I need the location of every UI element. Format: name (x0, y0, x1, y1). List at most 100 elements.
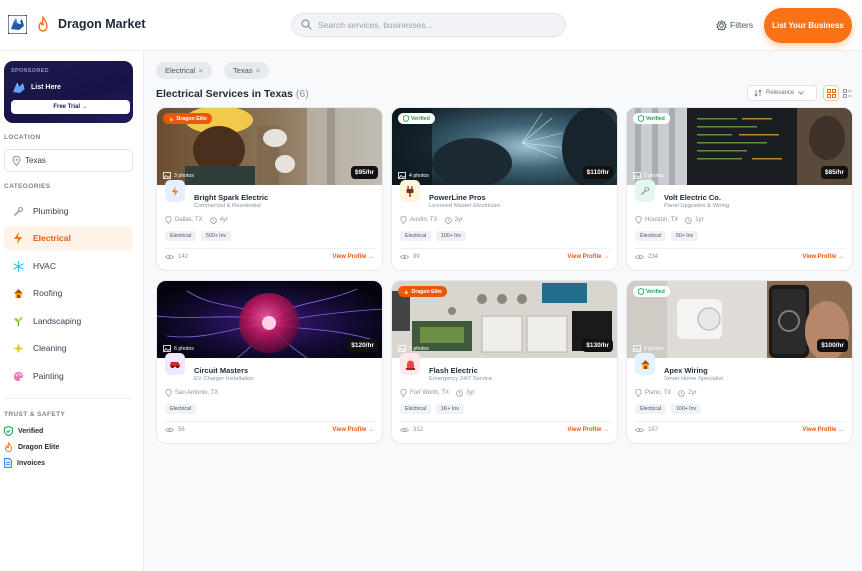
price-badge: $130/hr (582, 339, 613, 352)
tag: Electrical (165, 404, 197, 414)
badge-label: Verified (646, 288, 665, 295)
listing-card-powerline-pros[interactable]: Verified 4 photos $110/hr PowerLine Pros… (391, 107, 618, 271)
document-icon (4, 458, 12, 468)
city-label: Houston, TX (645, 217, 679, 223)
business-name[interactable]: Bright Spark Electric (194, 193, 268, 202)
verified-badge: Verified (398, 113, 435, 124)
years-label: 2yr (454, 217, 463, 223)
business-name[interactable]: Volt Electric Co. (664, 193, 721, 202)
listing-card-apex-wiring[interactable]: Verified 8 photos $100/hr Apex Wiring Sm… (626, 280, 853, 444)
tag-list: Electrical 50+ Inv (635, 231, 699, 241)
category-electrical[interactable]: Electrical (4, 226, 133, 250)
search-input[interactable] (318, 17, 558, 33)
category-roofing[interactable]: Roofing (4, 281, 133, 305)
brand-name[interactable]: Dragon Market (58, 17, 146, 31)
list-business-button[interactable]: List Your Business (764, 8, 852, 43)
view-profile-link[interactable]: View Profile → (567, 254, 609, 260)
close-icon[interactable]: × (198, 66, 202, 75)
tag-list: Electrical 1K+ Inv (400, 404, 464, 414)
sponsored-ad[interactable]: SPONSORED List Here Free Trial → (4, 61, 133, 123)
list-view-button[interactable] (839, 85, 855, 101)
badge-label: Verified (411, 115, 430, 122)
sort-select[interactable]: Relevance (747, 85, 817, 101)
clock-icon (209, 216, 217, 224)
filter-chip-texas[interactable]: Texas × (224, 62, 269, 79)
category-label: Painting (33, 371, 64, 381)
listing-photo[interactable]: 🔥 Dragon Elite 3 photos $95/hr (157, 108, 382, 185)
listing-photo[interactable]: 🔥 Dragon Elite 7 photos $130/hr (392, 281, 617, 358)
photo-count-label: 7 photos (409, 345, 429, 352)
image-icon (398, 172, 406, 179)
years-label: 1yr (695, 217, 704, 223)
business-subtitle: Panel Upgrades & Wiring (664, 203, 730, 209)
category-hvac[interactable]: HVAC (4, 254, 133, 278)
city-label: Plano, TX (645, 390, 672, 396)
tag: 100+ Inv (671, 404, 702, 414)
business-name[interactable]: Apex Wiring (664, 366, 708, 375)
view-profile-link[interactable]: View Profile → (332, 254, 374, 260)
trust-item-verified[interactable]: Verified (4, 426, 43, 436)
listing-photo[interactable]: Verified 8 photos $100/hr (627, 281, 852, 358)
category-label: Electrical (33, 233, 71, 243)
view-count: 56 (165, 427, 185, 433)
card-divider (165, 421, 376, 422)
flame-icon (4, 442, 13, 452)
chip-label: Texas (233, 66, 253, 75)
photo-count-label: 8 photos (644, 345, 664, 352)
category-label: Roofing (33, 288, 63, 298)
location-header: LOCATION (4, 134, 41, 141)
tag: 500+ Inv (201, 231, 232, 241)
grid-view-button[interactable] (823, 85, 839, 101)
view-count: 234 (635, 254, 658, 260)
listing-photo[interactable]: Verified 5 photos $85/hr (627, 108, 852, 185)
category-painting[interactable]: Painting (4, 364, 133, 388)
close-icon[interactable]: × (256, 66, 260, 75)
palette-icon (12, 370, 24, 382)
title-text: Electrical Services in Texas (156, 88, 293, 100)
city-label: Dallas, TX (175, 217, 203, 223)
view-profile-link[interactable]: View Profile → (567, 427, 609, 433)
categories-header: CATEGORIES (4, 183, 51, 190)
image-icon (163, 345, 171, 352)
category-landscaping[interactable]: Landscaping (4, 309, 133, 333)
location-input[interactable]: Texas (4, 149, 133, 172)
listing-card-flash-electric[interactable]: 🔥 Dragon Elite 7 photos $130/hr Flash Ele… (391, 280, 618, 444)
app-logo-icon[interactable] (8, 15, 27, 34)
eye-icon (635, 254, 644, 260)
filter-chip-electrical[interactable]: Electrical × (156, 62, 212, 79)
listing-card-circuit-masters[interactable]: 6 photos $120/hr Circuit Masters EV Char… (156, 280, 383, 444)
map-pin-icon (635, 389, 642, 397)
category-cleaning[interactable]: Cleaning (4, 336, 133, 360)
business-name[interactable]: Flash Electric (429, 366, 478, 375)
business-name[interactable]: Circuit Masters (194, 366, 248, 375)
tag: Electrical (165, 231, 197, 241)
business-name[interactable]: PowerLine Pros (429, 193, 486, 202)
filters-button[interactable]: Filters (716, 16, 753, 34)
map-pin-icon (165, 389, 172, 397)
lightning-icon (165, 180, 185, 202)
view-profile-link[interactable]: View Profile → (802, 427, 844, 433)
listing-card-volt-electric[interactable]: Verified 5 photos $85/hr Volt Electric C… (626, 107, 853, 271)
card-divider (400, 248, 611, 249)
listing-photo[interactable]: 6 photos $120/hr (157, 281, 382, 358)
location-meta: Dallas, TX 4yr (165, 216, 228, 224)
search-bar[interactable] (291, 13, 566, 37)
listing-photo[interactable]: Verified 4 photos $110/hr (392, 108, 617, 185)
trust-item-dragon-elite[interactable]: Dragon Elite (4, 442, 59, 452)
category-plumbing[interactable]: Plumbing (4, 199, 133, 223)
flame-icon: 🔥 (403, 288, 410, 295)
free-trial-button[interactable]: Free Trial → (11, 100, 130, 114)
business-subtitle: EV Charger Installation (194, 376, 254, 382)
trust-item-invoices[interactable]: Invoices (4, 458, 45, 468)
wrench-icon (635, 180, 655, 202)
trust-label: Dragon Elite (18, 443, 60, 451)
page-title: Electrical Services in Texas (6) (156, 88, 309, 100)
map-pin-icon (165, 216, 172, 224)
view-profile-link[interactable]: View Profile → (332, 427, 374, 433)
price-badge: $120/hr (347, 339, 378, 352)
listing-card-bright-spark[interactable]: 🔥 Dragon Elite 3 photos $95/hr Bright Spa… (156, 107, 383, 271)
view-profile-link[interactable]: View Profile → (802, 254, 844, 260)
grid-icon (826, 88, 836, 98)
dragon-elite-badge: 🔥 Dragon Elite (163, 113, 213, 124)
price-badge: $85/hr (820, 166, 848, 179)
